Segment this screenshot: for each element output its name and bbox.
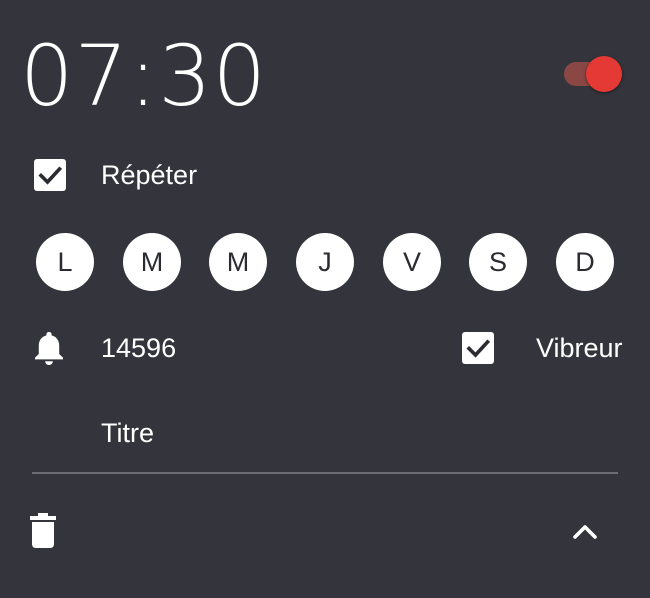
ringtone-name[interactable]: 14596 — [101, 332, 176, 364]
day-saturday[interactable]: S — [469, 233, 527, 291]
repeat-label: Répéter — [101, 160, 198, 190]
vibrate-label: Vibreur — [536, 333, 623, 363]
repeat-checkbox[interactable] — [34, 159, 66, 191]
trash-icon[interactable] — [30, 513, 56, 548]
title-field[interactable]: Titre — [101, 417, 154, 449]
day-friday[interactable]: V — [383, 233, 441, 291]
divider — [32, 472, 618, 474]
day-tuesday[interactable]: M — [123, 233, 181, 291]
toggle-thumb — [586, 56, 622, 92]
chevron-up-icon[interactable] — [570, 520, 600, 542]
day-wednesday[interactable]: M — [209, 233, 267, 291]
alarm-time[interactable]: 07:30 — [20, 28, 267, 124]
check-icon — [466, 339, 491, 358]
check-icon — [38, 166, 63, 185]
day-sunday[interactable]: D — [556, 233, 614, 291]
bell-icon[interactable] — [32, 330, 66, 366]
vibrate-checkbox[interactable] — [462, 332, 494, 364]
day-monday[interactable]: L — [36, 233, 94, 291]
day-thursday[interactable]: J — [296, 233, 354, 291]
alarm-enable-toggle[interactable] — [564, 56, 622, 92]
